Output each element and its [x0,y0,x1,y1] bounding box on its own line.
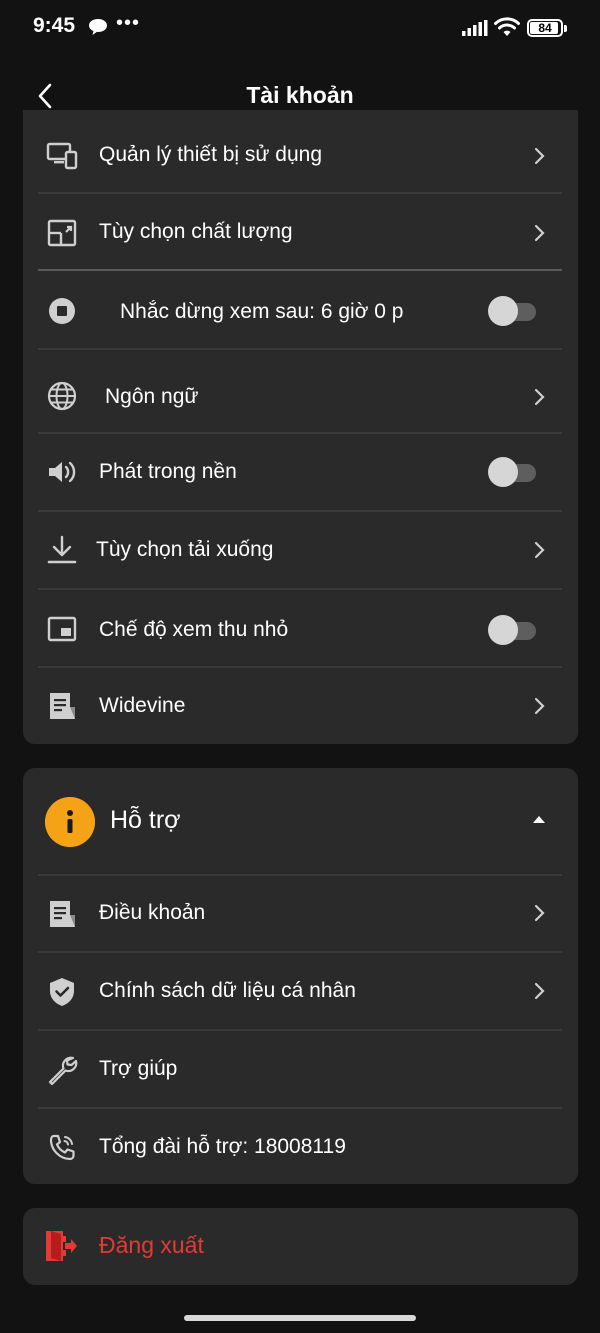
settings-item-label: Chế độ xem thu nhỏ [99,618,289,641]
settings-card: Quản lý thiết bị sử dụng Tùy chọn chất l… [23,110,578,744]
cellular-signal-icon [462,20,488,36]
divider [38,666,562,668]
battery-level: 84 [538,21,552,35]
support-item-privacy-policy[interactable]: Chính sách dữ liệu cá nhân [38,960,562,1022]
chevron-right-icon [534,982,545,1000]
download-icon [47,535,77,564]
support-title: Hỗ trợ [110,806,181,834]
picture-in-picture-icon [47,616,77,642]
settings-item-label: Tùy chọn chất lượng [99,220,293,243]
divider [38,874,562,876]
settings-item-label: Phát trong nền [99,460,237,483]
divider [38,1029,562,1031]
page-title: Tài khoản [246,82,354,108]
support-section-header[interactable]: Hỗ trợ [23,768,578,874]
support-item-label: Chính sách dữ liệu cá nhân [99,979,356,1002]
settings-item-label: Ngôn ngữ [105,385,199,408]
globe-icon [47,381,77,411]
info-icon [45,797,95,847]
home-indicator[interactable] [184,1315,416,1321]
chevron-right-icon [534,697,545,715]
chat-bubble-icon [89,19,107,35]
status-time: 9:45 [33,14,76,37]
settings-item-mini-player[interactable]: Chế độ xem thu nhỏ [38,598,562,660]
wrench-icon [48,1056,78,1086]
settings-item-label: Quản lý thiết bị sử dụng [99,143,323,166]
settings-item-label: Widevine [99,694,186,717]
support-item-label: Trợ giúp [99,1057,178,1080]
divider [38,510,562,512]
divider [38,192,562,194]
logout-button[interactable]: Đăng xuất [23,1208,578,1285]
document-icon [50,693,75,719]
divider [38,269,562,271]
chevron-right-icon [534,541,545,559]
background-play-toggle[interactable] [488,457,538,487]
stop-circle-icon [49,298,75,324]
mini-player-toggle[interactable] [488,615,538,645]
chevron-right-icon [534,147,545,165]
settings-item-label: Nhắc dừng xem sau: 6 giờ 0 p [120,300,404,323]
divider [38,432,562,434]
logout-label: Đăng xuất [99,1232,204,1258]
settings-item-devices[interactable]: Quản lý thiết bị sử dụng [38,128,562,184]
document-icon [50,901,75,927]
settings-item-label: Tùy chọn tải xuống [96,538,274,561]
quality-icon [47,219,77,247]
support-item-hotline[interactable]: Tổng đài hỗ trợ: 18008119 [38,1116,562,1178]
divider [38,588,562,590]
support-item-terms[interactable]: Điều khoản [38,882,562,944]
support-item-label: Điều khoản [99,901,206,924]
divider [38,951,562,953]
battery-icon: 84 [527,19,567,37]
settings-item-sleep-timer[interactable]: Nhắc dừng xem sau: 6 giờ 0 p [38,280,562,342]
caret-up-icon[interactable] [532,814,546,824]
screen: 9:45 ••• 84 Tài khoản Quản lý thiết bị s… [0,0,600,1333]
status-bar: 9:45 ••• 84 [0,0,600,56]
logout-icon [46,1231,77,1261]
speaker-icon [49,461,76,483]
status-more-dots: ••• [116,12,141,34]
settings-item-quality[interactable]: Tùy chọn chất lượng [38,202,562,262]
settings-item-widevine[interactable]: Widevine [38,676,562,738]
wifi-icon [494,17,520,36]
settings-item-language[interactable]: Ngôn ngữ [38,358,562,432]
chevron-right-icon [534,904,545,922]
sleep-timer-toggle[interactable] [488,296,538,326]
chevron-right-icon [534,224,545,242]
phone-icon [49,1134,75,1161]
settings-item-download[interactable]: Tùy chọn tải xuống [38,520,562,580]
support-item-help[interactable]: Trợ giúp [38,1038,562,1100]
settings-item-background-play[interactable]: Phát trong nền [38,442,562,504]
divider [38,1107,562,1109]
shield-icon [50,978,74,1006]
chevron-right-icon [534,388,545,406]
divider [38,348,562,350]
support-item-label: Tổng đài hỗ trợ: 18008119 [99,1135,346,1158]
devices-icon [46,142,78,170]
support-card: Hỗ trợ Điều khoản Chính sách dữ liệu cá … [23,768,578,1184]
